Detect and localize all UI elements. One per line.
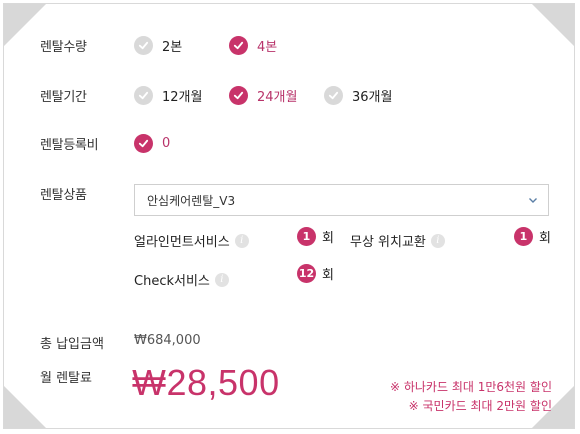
count-badge: 12: [297, 264, 316, 283]
quantity-option-2[interactable]: 2본: [134, 36, 182, 55]
service-check-count: 12 회: [297, 264, 334, 283]
monthly-fee-label: 월 렌탈료: [40, 371, 92, 386]
check-icon: [229, 36, 248, 55]
option-label: 2본: [162, 40, 183, 55]
info-icon[interactable]: i: [214, 272, 229, 287]
count-badge: 1: [297, 227, 316, 246]
info-icon[interactable]: i: [430, 233, 445, 248]
period-option-24[interactable]: 24개월: [229, 86, 297, 105]
check-icon: [229, 86, 248, 105]
service-check: Check서비스 i: [134, 270, 229, 289]
discount-note: ※ 국민카드 최대 2만원 할인: [408, 399, 552, 413]
quantity-label: 렌탈수량: [40, 40, 87, 55]
chevron-down-icon: [529, 198, 537, 203]
service-name: 얼라인먼트서비스: [134, 235, 230, 250]
total-amount-value: ₩684,000: [134, 333, 201, 348]
corner-decoration: [4, 386, 46, 428]
service-name: Check서비스: [134, 274, 210, 289]
corner-decoration: [532, 4, 574, 46]
check-icon: [324, 86, 343, 105]
discount-note: ※ 하나카드 최대 1만6천원 할인: [389, 380, 552, 394]
check-icon: [134, 36, 153, 55]
service-alignment-count: 1 회: [297, 227, 334, 246]
period-option-36[interactable]: 36개월: [324, 86, 392, 105]
option-label: 36개월: [352, 90, 393, 105]
service-name: 무상 위치교환: [350, 235, 426, 250]
count-unit: 회: [322, 231, 334, 246]
period-label: 렌탈기간: [40, 90, 87, 105]
service-rotation-count: 1 회: [514, 227, 551, 246]
count-badge: 1: [514, 227, 533, 246]
service-rotation: 무상 위치교환 i: [350, 231, 445, 250]
option-label: 0: [162, 136, 171, 151]
registration-fee-option-0[interactable]: 0: [134, 134, 170, 153]
count-unit: 회: [539, 231, 551, 246]
period-option-12[interactable]: 12개월: [134, 86, 202, 105]
option-label: 24개월: [257, 90, 298, 105]
count-unit: 회: [322, 268, 334, 283]
option-label: 12개월: [162, 90, 203, 105]
check-icon: [134, 134, 153, 153]
product-label: 렌탈상품: [40, 188, 87, 203]
total-amount-label: 총 납입금액: [40, 337, 104, 352]
check-icon: [134, 86, 153, 105]
product-select-value: 안심케어렌탈_V3: [147, 193, 236, 208]
monthly-fee-value: ₩28,500: [132, 362, 280, 403]
quantity-option-4[interactable]: 4본: [229, 36, 277, 55]
option-label: 4본: [257, 40, 278, 55]
product-select[interactable]: 안심케어렌탈_V3: [134, 184, 549, 216]
registration-fee-label: 렌탈등록비: [40, 138, 99, 153]
rental-panel: [3, 3, 575, 429]
service-alignment: 얼라인먼트서비스 i: [134, 231, 249, 250]
info-icon[interactable]: i: [234, 233, 249, 248]
